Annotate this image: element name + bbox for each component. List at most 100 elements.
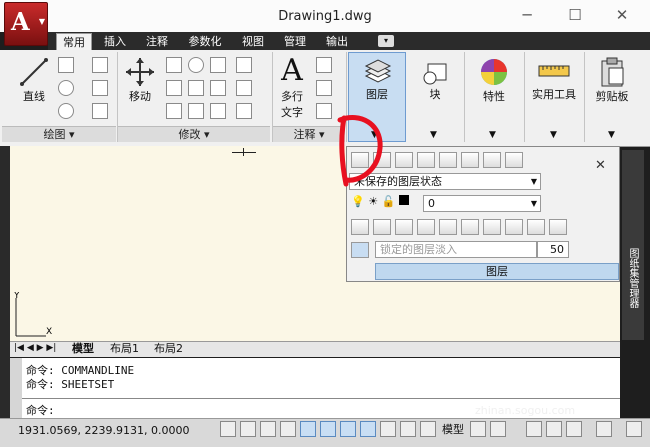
- tab-view[interactable]: 视图: [236, 33, 270, 50]
- line-button[interactable]: 直线: [14, 56, 54, 104]
- snap-icon[interactable]: [240, 421, 256, 437]
- ribbon-minimize-icon[interactable]: ▾: [378, 35, 394, 47]
- layer-off-all-icon[interactable]: [549, 219, 567, 235]
- dyn-icon[interactable]: [380, 421, 396, 437]
- properties-expand-icon[interactable]: ▼: [489, 130, 496, 140]
- model-space-button[interactable]: 模型: [442, 421, 464, 437]
- utilities-button[interactable]: 实用工具: [526, 58, 582, 102]
- stretch-icon[interactable]: [166, 80, 182, 96]
- layer-panel-title[interactable]: 图层: [375, 263, 619, 280]
- unisolate-icon[interactable]: [483, 152, 501, 168]
- hatch-icon[interactable]: [92, 103, 108, 119]
- polyline-icon[interactable]: [58, 57, 74, 73]
- infer-constraints-icon[interactable]: [220, 421, 236, 437]
- clipboard-expand-icon[interactable]: ▼: [608, 130, 615, 140]
- quick-view-layouts-icon[interactable]: [470, 421, 486, 437]
- copy-to-layer-icon[interactable]: [505, 219, 523, 235]
- scale-icon[interactable]: [188, 80, 204, 96]
- ortho-icon[interactable]: [280, 421, 296, 437]
- rectangle-icon[interactable]: [92, 80, 108, 96]
- tab-layout1[interactable]: 布局1: [110, 341, 139, 356]
- workspace-icon[interactable]: [596, 421, 612, 437]
- layer-delete-icon[interactable]: [483, 219, 501, 235]
- move-button[interactable]: 移动: [120, 56, 160, 104]
- layer-walk-icon[interactable]: [439, 219, 457, 235]
- trim-icon[interactable]: [236, 80, 252, 96]
- coordinate-readout[interactable]: 1931.0569, 2239.9131, 0.0000: [18, 424, 189, 437]
- pan-icon[interactable]: [526, 421, 542, 437]
- rotate-icon[interactable]: [188, 57, 204, 73]
- erase-icon[interactable]: [166, 103, 182, 119]
- mirror-icon[interactable]: [210, 57, 226, 73]
- grid-array-icon[interactable]: [210, 103, 226, 119]
- freeze-icon[interactable]: [505, 152, 523, 168]
- multiline-text-button[interactable]: A 多行 文字: [276, 54, 308, 120]
- layout-nav-icons[interactable]: |◀ ◀ ▶ ▶|: [14, 341, 56, 356]
- modify-group-label[interactable]: 修改 ▾: [118, 126, 270, 142]
- command-prompt[interactable]: 命令:: [26, 402, 55, 418]
- polar-icon[interactable]: [300, 421, 316, 437]
- tab-insert[interactable]: 插入: [98, 33, 132, 50]
- ellipse-icon[interactable]: [58, 103, 74, 119]
- zoom-icon[interactable]: [546, 421, 562, 437]
- explode-icon[interactable]: [188, 103, 204, 119]
- make-current-icon[interactable]: [395, 152, 413, 168]
- layer-off-icon[interactable]: [351, 219, 369, 235]
- offset-icon[interactable]: [236, 57, 252, 73]
- match-layer-icon[interactable]: [417, 152, 435, 168]
- previous-layer-icon[interactable]: [439, 152, 457, 168]
- otrack-icon[interactable]: [340, 421, 356, 437]
- draw-group-label[interactable]: 绘图 ▾: [2, 126, 116, 142]
- layer-freeze-icon[interactable]: [373, 219, 391, 235]
- lock-fade-icon[interactable]: [351, 242, 369, 258]
- osnap-icon[interactable]: [320, 421, 336, 437]
- arc-icon[interactable]: [92, 57, 108, 73]
- steering-wheel-icon[interactable]: [566, 421, 582, 437]
- lightbulb-icon[interactable]: 💡: [351, 195, 365, 208]
- leader-icon[interactable]: [316, 80, 332, 96]
- merge-layer-icon[interactable]: [461, 219, 479, 235]
- layer-unlock-icon[interactable]: [417, 219, 435, 235]
- tab-annotate[interactable]: 注释: [140, 33, 174, 50]
- fillet-icon[interactable]: [236, 103, 252, 119]
- lock-fade-slider[interactable]: 锁定的图层淡入: [375, 241, 537, 258]
- quick-view-drawings-icon[interactable]: [490, 421, 506, 437]
- layer-combo[interactable]: 0 ▼: [423, 195, 541, 212]
- tab-parametric[interactable]: 参数化: [182, 33, 228, 50]
- array-icon[interactable]: [210, 80, 226, 96]
- minimize-button[interactable]: ─: [517, 6, 537, 24]
- command-line-grip[interactable]: [10, 358, 22, 418]
- dimension-icon[interactable]: [316, 57, 332, 73]
- properties-button[interactable]: 特性: [468, 56, 520, 104]
- block-expand-icon[interactable]: ▼: [430, 130, 437, 140]
- maximize-button[interactable]: ☐: [565, 6, 585, 24]
- sheet-set-manager-label[interactable]: 图纸集管理器: [625, 248, 640, 308]
- utilities-expand-icon[interactable]: ▼: [550, 130, 557, 140]
- sheet-set-palette-strip[interactable]: [622, 150, 644, 340]
- lock-fade-value[interactable]: 50: [537, 241, 569, 258]
- ruler-icon: [538, 65, 570, 77]
- mtext-label-1: 多行: [281, 90, 303, 103]
- sun-icon[interactable]: ☀: [368, 195, 378, 208]
- quick-properties-icon[interactable]: [420, 421, 436, 437]
- layer-lock-icon[interactable]: [395, 219, 413, 235]
- copy-icon[interactable]: [166, 57, 182, 73]
- layers-button[interactable]: 图层: [352, 58, 402, 102]
- ducs-icon[interactable]: [360, 421, 376, 437]
- close-button[interactable]: ✕: [612, 6, 632, 24]
- unlock-icon[interactable]: 🔓: [382, 195, 396, 208]
- lineweight-icon[interactable]: [400, 421, 416, 437]
- circle-icon[interactable]: [58, 80, 74, 96]
- isolate-icon[interactable]: [461, 152, 479, 168]
- tab-home[interactable]: 常用: [56, 33, 92, 51]
- change-to-current-icon[interactable]: [527, 219, 545, 235]
- tab-output[interactable]: 输出: [320, 33, 354, 50]
- clean-screen-icon[interactable]: [626, 421, 642, 437]
- palette-close-icon[interactable]: ✕: [595, 158, 606, 173]
- tab-layout2[interactable]: 布局2: [154, 341, 183, 356]
- block-button[interactable]: 块: [412, 58, 458, 102]
- clipboard-button[interactable]: 剪贴板: [588, 56, 636, 104]
- tab-model[interactable]: 模型: [72, 341, 94, 356]
- grid-icon[interactable]: [260, 421, 276, 437]
- tab-manage[interactable]: 管理: [278, 33, 312, 50]
